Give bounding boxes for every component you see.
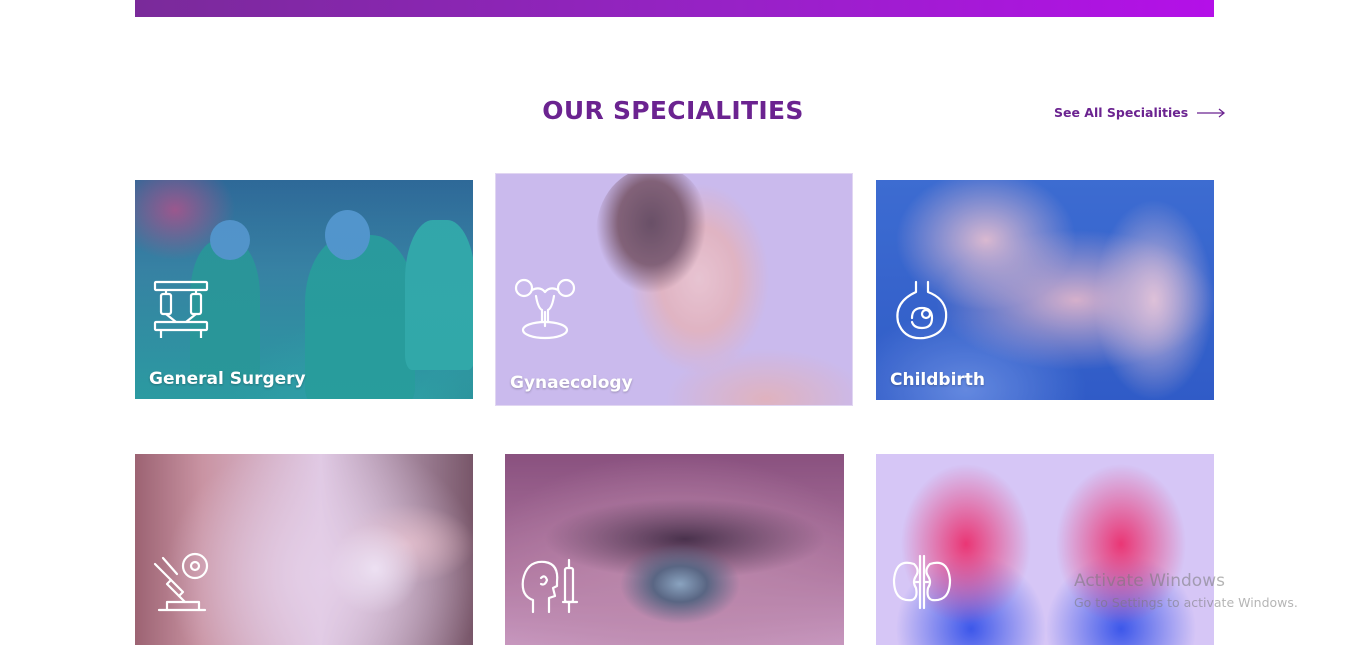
top-banner-strip — [135, 0, 1214, 17]
speciality-card-childbirth[interactable]: Childbirth — [876, 180, 1214, 400]
speciality-card-ivf[interactable] — [135, 454, 473, 645]
card-label: Childbirth — [890, 370, 986, 390]
microscope-lab-icon — [153, 552, 209, 612]
speciality-card-nephrology[interactable] — [876, 454, 1214, 645]
uterus-icon — [514, 278, 576, 340]
arrow-right-icon — [1197, 107, 1226, 118]
speciality-card-general-surgery[interactable]: General Surgery — [135, 180, 473, 399]
see-all-label: See All Specialities — [1054, 105, 1189, 120]
fetus-womb-icon — [896, 280, 948, 340]
head-ent-icon — [521, 558, 579, 614]
speciality-card-gynaecology[interactable]: Gynaecology — [495, 173, 853, 406]
card-label: General Surgery — [149, 369, 306, 389]
page: OUR SPECIALITIES See All Specialities Ge… — [0, 0, 1346, 645]
kidneys-icon — [892, 554, 952, 610]
see-all-specialities-link[interactable]: See All Specialities — [1054, 105, 1226, 120]
card-label: Gynaecology — [510, 373, 633, 393]
speciality-card-ent[interactable] — [505, 454, 844, 645]
surgery-robot-icon — [153, 280, 209, 338]
